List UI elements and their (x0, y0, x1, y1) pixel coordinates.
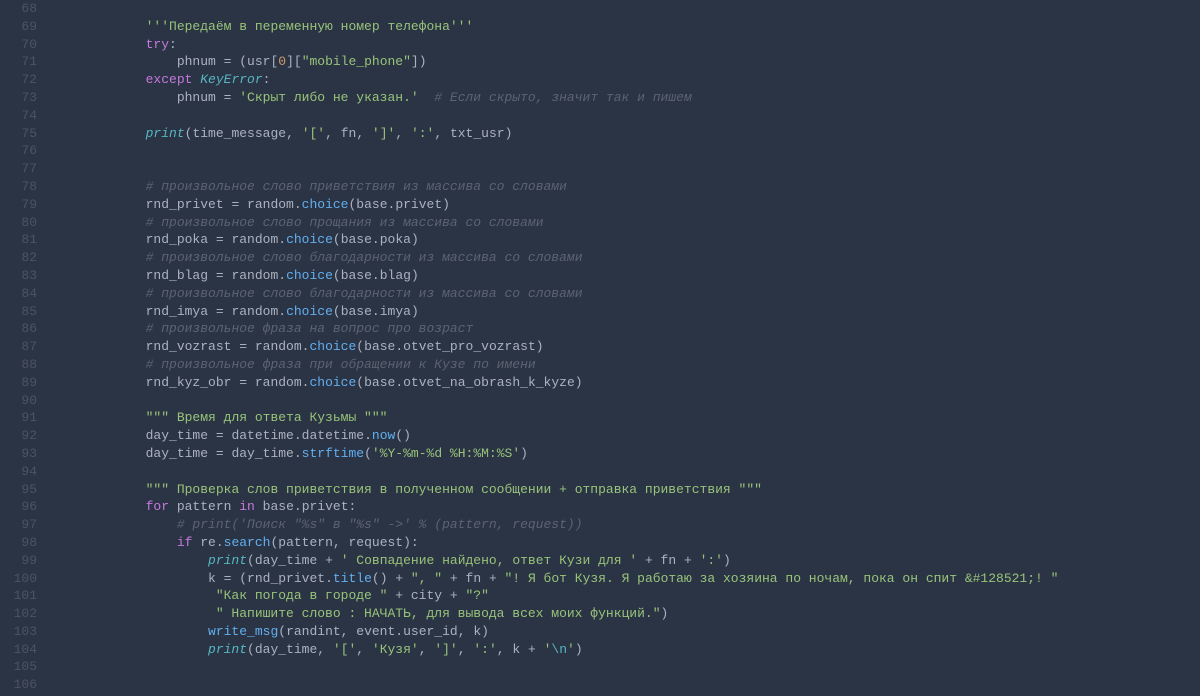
line-number: 101 (8, 587, 37, 605)
code-editor[interactable]: 6869707172737475767778798081828384858687… (0, 0, 1200, 696)
line-number: 104 (8, 641, 37, 659)
line-number: 103 (8, 623, 37, 641)
code-line[interactable]: try: (52, 36, 1200, 54)
code-line[interactable]: " Напишите слово : НАЧАТЬ, для вывода вс… (52, 605, 1200, 623)
line-number-gutter: 6869707172737475767778798081828384858687… (0, 0, 52, 696)
code-line[interactable]: rnd_blag = random.choice(base.blag) (52, 267, 1200, 285)
line-number: 79 (8, 196, 37, 214)
code-line[interactable]: day_time = datetime.datetime.now() (52, 427, 1200, 445)
code-line[interactable]: if re.search(pattern, request): (52, 534, 1200, 552)
code-line[interactable]: # произвольное слово благодарности из ма… (52, 285, 1200, 303)
line-number: 89 (8, 374, 37, 392)
code-line[interactable]: k = (rnd_privet.title() + ", " + fn + "!… (52, 570, 1200, 588)
code-line[interactable]: # произвольное слово приветствия из масс… (52, 178, 1200, 196)
line-number: 88 (8, 356, 37, 374)
line-number: 99 (8, 552, 37, 570)
code-line[interactable] (52, 160, 1200, 178)
line-number: 86 (8, 320, 37, 338)
code-line[interactable] (52, 676, 1200, 694)
line-number: 102 (8, 605, 37, 623)
code-line[interactable]: # произвольное фраза при обращении к Куз… (52, 356, 1200, 374)
line-number: 72 (8, 71, 37, 89)
line-number: 94 (8, 463, 37, 481)
line-number: 76 (8, 142, 37, 160)
code-line[interactable]: except KeyError: (52, 71, 1200, 89)
code-area[interactable]: '''Передаём в переменную номер телефона'… (52, 0, 1200, 696)
line-number: 75 (8, 125, 37, 143)
code-line[interactable]: '''Передаём в переменную номер телефона'… (52, 18, 1200, 36)
line-number: 73 (8, 89, 37, 107)
line-number: 93 (8, 445, 37, 463)
line-number: 70 (8, 36, 37, 54)
code-line[interactable]: print(day_time, '[', 'Кузя', ']', ':', k… (52, 641, 1200, 659)
line-number: 84 (8, 285, 37, 303)
code-line[interactable]: rnd_poka = random.choice(base.poka) (52, 231, 1200, 249)
code-line[interactable]: rnd_vozrast = random.choice(base.otvet_p… (52, 338, 1200, 356)
line-number: 83 (8, 267, 37, 285)
code-line[interactable]: """ Время для ответа Кузьмы """ (52, 409, 1200, 427)
line-number: 78 (8, 178, 37, 196)
line-number: 90 (8, 392, 37, 410)
code-line[interactable]: print(day_time + ' Совпадение найдено, о… (52, 552, 1200, 570)
line-number: 68 (8, 0, 37, 18)
code-line[interactable] (52, 463, 1200, 481)
line-number: 105 (8, 658, 37, 676)
line-number: 71 (8, 53, 37, 71)
code-line[interactable]: for pattern in base.privet: (52, 498, 1200, 516)
code-line[interactable]: rnd_imya = random.choice(base.imya) (52, 303, 1200, 321)
code-line[interactable]: "Как погода в городе " + city + "?" (52, 587, 1200, 605)
code-line[interactable] (52, 658, 1200, 676)
code-line[interactable] (52, 0, 1200, 18)
code-line[interactable]: day_time = day_time.strftime('%Y-%m-%d %… (52, 445, 1200, 463)
code-line[interactable]: # произвольное слово благодарности из ма… (52, 249, 1200, 267)
line-number: 106 (8, 676, 37, 694)
line-number: 74 (8, 107, 37, 125)
line-number: 91 (8, 409, 37, 427)
line-number: 80 (8, 214, 37, 232)
code-line[interactable]: phnum = (usr[0]["mobile_phone"]) (52, 53, 1200, 71)
line-number: 85 (8, 303, 37, 321)
code-line[interactable] (52, 142, 1200, 160)
code-line[interactable]: # произвольное слово прощания из массива… (52, 214, 1200, 232)
line-number: 77 (8, 160, 37, 178)
code-line[interactable]: # print('Поиск "%s" в "%s" ->' % (patter… (52, 516, 1200, 534)
code-line[interactable] (52, 107, 1200, 125)
code-line[interactable]: print(time_message, '[', fn, ']', ':', t… (52, 125, 1200, 143)
code-line[interactable]: """ Проверка слов приветствия в полученн… (52, 481, 1200, 499)
line-number: 82 (8, 249, 37, 267)
code-line[interactable]: write_msg(randint, event.user_id, k) (52, 623, 1200, 641)
line-number: 96 (8, 498, 37, 516)
line-number: 95 (8, 481, 37, 499)
code-line[interactable] (52, 392, 1200, 410)
line-number: 92 (8, 427, 37, 445)
line-number: 81 (8, 231, 37, 249)
code-line[interactable]: # произвольное фраза на вопрос про возра… (52, 320, 1200, 338)
code-line[interactable]: rnd_privet = random.choice(base.privet) (52, 196, 1200, 214)
line-number: 69 (8, 18, 37, 36)
line-number: 97 (8, 516, 37, 534)
code-line[interactable]: phnum = 'Скрыт либо не указан.' # Если с… (52, 89, 1200, 107)
line-number: 87 (8, 338, 37, 356)
line-number: 98 (8, 534, 37, 552)
line-number: 100 (8, 570, 37, 588)
code-line[interactable]: rnd_kyz_obr = random.choice(base.otvet_n… (52, 374, 1200, 392)
